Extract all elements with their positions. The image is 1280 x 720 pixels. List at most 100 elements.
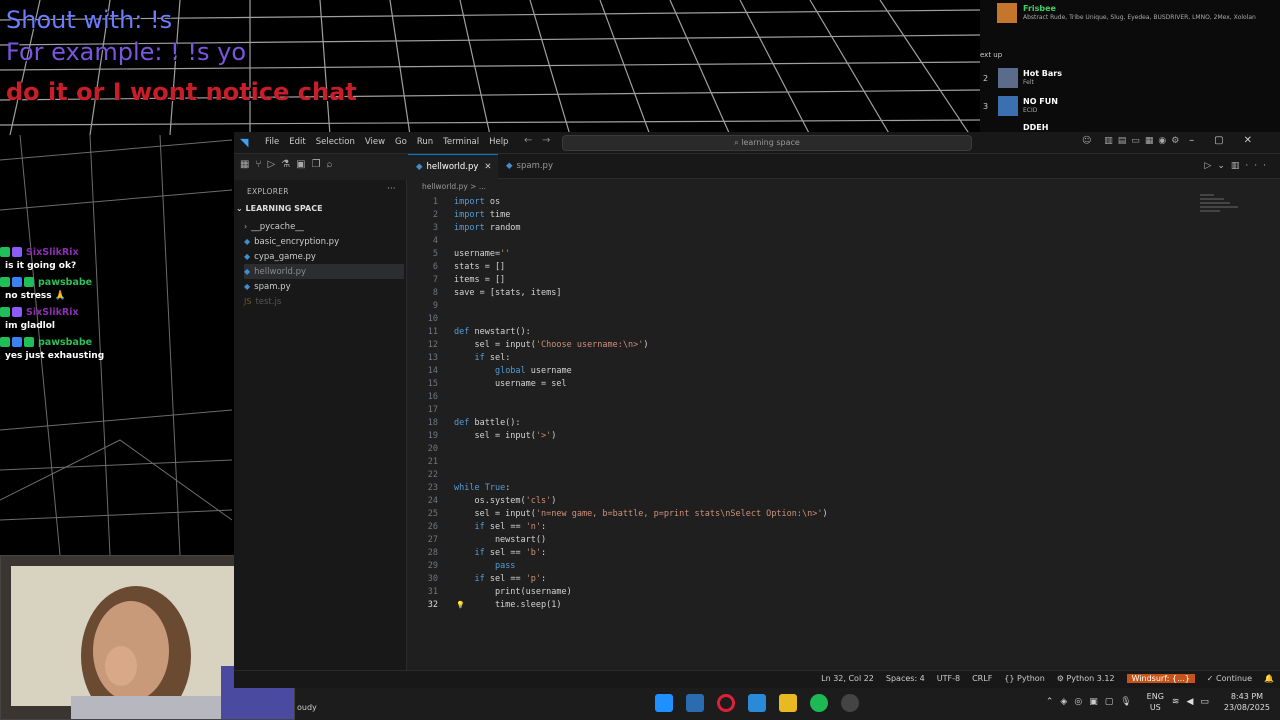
python-interpreter[interactable]: ⚙ Python 3.12	[1057, 674, 1115, 683]
spotify-icon[interactable]	[810, 694, 828, 712]
menu-edit[interactable]: Edit	[284, 136, 310, 148]
battery-icon[interactable]: ▭	[1200, 697, 1216, 707]
testing-icon[interactable]: ⚗	[281, 159, 296, 170]
menu-selection[interactable]: Selection	[311, 136, 360, 148]
obs-icon[interactable]	[841, 694, 859, 712]
code-line[interactable]: 19 sel = input('>')	[408, 430, 1280, 443]
remote-icon[interactable]: ▣	[296, 159, 311, 170]
settings-gear-icon[interactable]: ⚙	[1171, 136, 1184, 146]
clock[interactable]: 8:43 PM 23/08/2025	[1224, 691, 1270, 713]
code-line[interactable]: 6 stats = []	[408, 261, 1280, 274]
code-line[interactable]: 5 username=''	[408, 248, 1280, 261]
tab-hellworld[interactable]: ◆ hellworld.py ✕	[408, 154, 498, 179]
code-line[interactable]: 25 sel = input('n=new game, b=battle, p=…	[408, 508, 1280, 521]
volume-icon[interactable]: ◀	[1186, 697, 1200, 707]
menu-file[interactable]: File	[260, 136, 284, 148]
menu-go[interactable]: Go	[390, 136, 412, 148]
code-line[interactable]: 12 sel = input('Choose username:\n>')	[408, 339, 1280, 352]
file-item-test-js[interactable]: JS test.js	[244, 294, 404, 309]
encoding[interactable]: UTF-8	[937, 674, 960, 683]
code-line[interactable]: 17	[408, 404, 1280, 417]
menu-view[interactable]: View	[360, 136, 390, 148]
network-icon[interactable]: ▣	[1089, 697, 1105, 707]
code-line[interactable]: 2 import time	[408, 209, 1280, 222]
source-control-icon[interactable]: ⑂	[255, 159, 267, 170]
code-line[interactable]: 24 os.system('cls')	[408, 495, 1280, 508]
code-line[interactable]: 15 username = sel	[408, 378, 1280, 391]
code-line[interactable]: 22	[408, 469, 1280, 482]
tab-spam[interactable]: ◆ spam.py	[498, 154, 568, 179]
weather-widget[interactable]: oudy	[297, 703, 317, 712]
file-item-spam[interactable]: ◆ spam.py	[244, 279, 404, 294]
extensions-icon[interactable]: ▦	[240, 159, 255, 170]
code-line[interactable]: 3 import random	[408, 222, 1280, 235]
layout-icon[interactable]: ▥	[1104, 136, 1118, 146]
indentation[interactable]: Spaces: 4	[886, 674, 925, 683]
language-mode[interactable]: {} Python	[1004, 674, 1044, 683]
run-icon[interactable]: ▷	[1204, 161, 1217, 171]
file-item-hellworld[interactable]: ◆ hellworld.py	[244, 264, 404, 279]
code-line[interactable]: 10	[408, 313, 1280, 326]
code-line[interactable]: 1 import os	[408, 196, 1280, 209]
vscode-icon[interactable]	[748, 694, 766, 712]
wifi-icon[interactable]: ≋	[1172, 697, 1187, 707]
opera-icon[interactable]	[717, 694, 735, 712]
code-line[interactable]: 11 def newstart():	[408, 326, 1280, 339]
chevron-down-icon[interactable]: ⌄	[1217, 161, 1231, 171]
continue-status[interactable]: ✓ Continue	[1207, 674, 1252, 683]
breadcrumb[interactable]: hellworld.py > ...	[422, 182, 486, 191]
minimize-icon[interactable]: –	[1189, 135, 1214, 146]
steam-icon[interactable]: ◎	[1074, 697, 1089, 707]
code-line[interactable]: 9	[408, 300, 1280, 313]
explorer-icon[interactable]: ❐	[312, 159, 327, 170]
usb-icon[interactable]: ▢	[1105, 697, 1121, 707]
run-debug-icon[interactable]: ▷	[267, 159, 281, 170]
close-icon[interactable]: ✕	[484, 162, 491, 172]
back-arrow-icon[interactable]: ←	[524, 135, 532, 146]
code-line[interactable]: 23 while True:	[408, 482, 1280, 495]
discord-icon[interactable]: ◈	[1060, 697, 1074, 707]
sidebar-toggle-icon[interactable]: ▤	[1118, 136, 1132, 146]
code-line[interactable]: 21	[408, 456, 1280, 469]
forward-arrow-icon[interactable]: →	[542, 135, 550, 146]
code-line[interactable]: 29 pass	[408, 560, 1280, 573]
calculator-icon[interactable]	[686, 694, 704, 712]
file-item-basic-encryption[interactable]: ◆ basic_encryption.py	[244, 234, 404, 249]
secondary-sidebar-icon[interactable]: ▦	[1145, 136, 1159, 146]
search-icon[interactable]: ⌕	[327, 159, 339, 170]
code-line[interactable]: 32 💡 time.sleep(1)	[408, 599, 1280, 612]
code-line[interactable]: 7 items = []	[408, 274, 1280, 287]
file-item-pycache[interactable]: › __pycache__	[244, 219, 404, 234]
notifications-bell-icon[interactable]: 🔔	[1264, 674, 1274, 683]
language-indicator[interactable]: ENG US	[1147, 691, 1164, 713]
code-line[interactable]: 30 if sel == 'p':	[408, 573, 1280, 586]
microphone-icon[interactable]: 🎙	[1120, 697, 1138, 707]
close-icon[interactable]: ✕	[1244, 135, 1272, 146]
code-line[interactable]: 8 save = [stats, items]	[408, 287, 1280, 300]
copilot-icon[interactable]: ☺	[1082, 136, 1096, 146]
split-editor-icon[interactable]: ▥	[1231, 161, 1246, 171]
code-line[interactable]: 13 if sel:	[408, 352, 1280, 365]
code-line[interactable]: 18 def battle():	[408, 417, 1280, 430]
code-line[interactable]: 26 if sel == 'n':	[408, 521, 1280, 534]
maximize-icon[interactable]: ▢	[1214, 135, 1243, 146]
file-explorer-icon[interactable]	[779, 694, 797, 712]
code-line[interactable]: 31 print(username)	[408, 586, 1280, 599]
more-actions-icon[interactable]: ···	[1245, 161, 1272, 171]
code-line[interactable]: 16	[408, 391, 1280, 404]
cursor-position[interactable]: Ln 32, Col 22	[821, 674, 874, 683]
code-line[interactable]: 14 global username	[408, 365, 1280, 378]
panel-toggle-icon[interactable]: ▭	[1131, 136, 1145, 146]
menu-terminal[interactable]: Terminal	[438, 136, 484, 148]
file-item-cypa-game[interactable]: ◆ cypa_game.py	[244, 249, 404, 264]
code-line[interactable]: 27 newstart()	[408, 534, 1280, 547]
menu-run[interactable]: Run	[412, 136, 438, 148]
windows-start-icon[interactable]	[655, 694, 673, 712]
windsurf-status[interactable]: Windsurf: {...}	[1126, 674, 1195, 683]
command-center-search[interactable]: ⌕ learning space	[562, 135, 972, 151]
menu-help[interactable]: Help	[484, 136, 513, 148]
code-line[interactable]: 20	[408, 443, 1280, 456]
minimap[interactable]	[1200, 194, 1240, 234]
workspace-folder[interactable]: ⌄ LEARNING SPACE	[236, 204, 323, 213]
chevron-up-icon[interactable]: ⌃	[1046, 697, 1061, 707]
